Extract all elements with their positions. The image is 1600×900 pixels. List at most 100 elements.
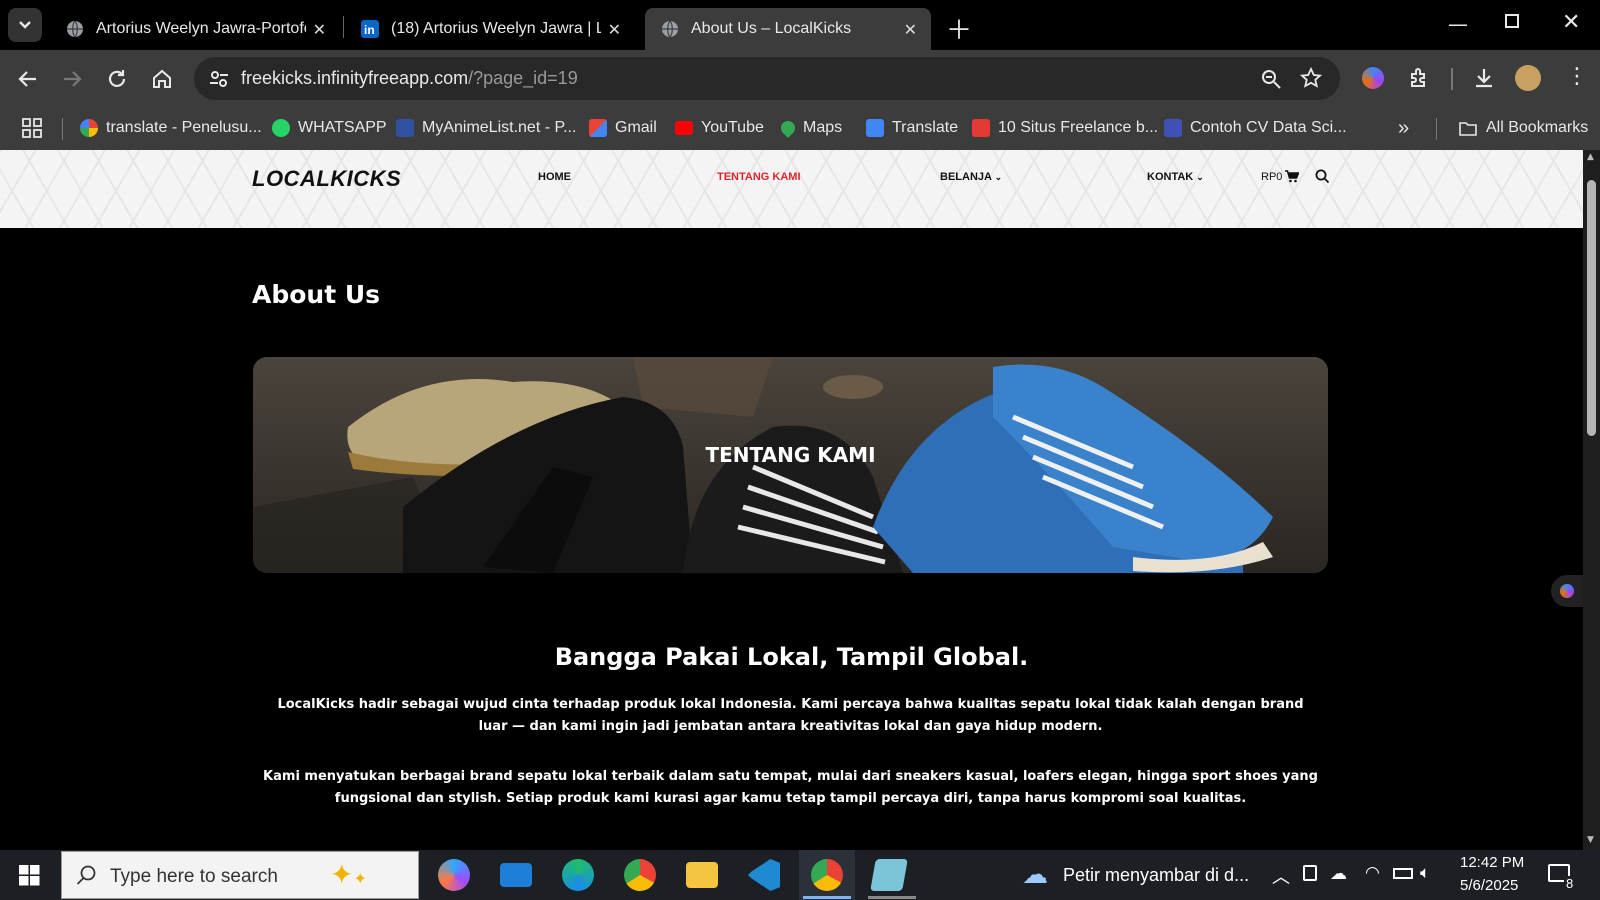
- chrome-profile-icon[interactable]: [811, 859, 843, 891]
- svg-text:in: in: [364, 23, 375, 37]
- download-icon[interactable]: [1472, 66, 1496, 90]
- bookmark-cv[interactable]: Contoh CV Data Sci...: [1164, 115, 1347, 141]
- close-tab-icon[interactable]: ✕: [313, 20, 326, 39]
- restore-button[interactable]: [1505, 14, 1519, 28]
- more-bookmarks-icon[interactable]: »: [1398, 115, 1409, 141]
- reload-icon[interactable]: [105, 67, 129, 91]
- home-icon[interactable]: [150, 67, 174, 91]
- linkedin-icon: in: [361, 20, 379, 38]
- url-text: freekicks.infinityfreeapp.com/?page_id=1…: [241, 68, 578, 89]
- taskbar-search-box[interactable]: Type here to search ✦✦: [61, 851, 419, 899]
- tab-linkedin[interactable]: in (18) Artorius Weelyn Jawra | LinkedIn…: [345, 8, 635, 50]
- bookmark-label: WHATSAPP: [298, 119, 387, 136]
- tab-portfolio[interactable]: Artorius Weelyn Jawra-Portofolio ✕: [50, 8, 340, 50]
- chevron-down-icon: ⌄: [1196, 172, 1204, 182]
- weather-text[interactable]: Petir menyambar di d...: [1063, 865, 1249, 886]
- hero-title: TENTANG KAMI: [705, 443, 876, 467]
- file-explorer-icon[interactable]: [686, 862, 718, 888]
- address-bar[interactable]: freekicks.infinityfreeapp.com/?page_id=1…: [194, 57, 1340, 100]
- forward-icon[interactable]: [60, 67, 84, 91]
- profile-avatar[interactable]: [1515, 65, 1541, 91]
- nav-about[interactable]: TENTANG KAMI: [717, 171, 801, 183]
- search-icon[interactable]: [1315, 169, 1330, 184]
- wifi-icon[interactable]: ◠: [1365, 863, 1380, 883]
- nav-home[interactable]: HOME: [538, 171, 571, 183]
- chrome-icon[interactable]: [624, 859, 656, 891]
- tab-title: About Us – LocalKicks: [691, 20, 852, 37]
- cart-icon[interactable]: [1285, 170, 1299, 183]
- active-app-indicator: [803, 896, 851, 899]
- bookmark-label: Translate: [892, 119, 959, 136]
- bookmark-translate-search[interactable]: translate - Penelusu...: [80, 115, 262, 141]
- mal-icon: [396, 119, 414, 137]
- apps-grid-icon[interactable]: [22, 118, 42, 138]
- site-icon: [1164, 119, 1182, 137]
- close-window-button[interactable]: ✕: [1562, 10, 1580, 35]
- bookmark-myanimelist[interactable]: MyAnimeList.net - P...: [396, 115, 576, 141]
- tagline-heading: Bangga Pakai Lokal, Tampil Global.: [554, 643, 1029, 671]
- bookmark-maps[interactable]: Maps: [778, 115, 842, 141]
- globe-icon: [662, 20, 678, 38]
- all-bookmarks-label: All Bookmarks: [1486, 119, 1589, 136]
- web-page: LOCALKICKS HOME TENTANG KAMI BELANJA ⌄ K…: [0, 150, 1583, 850]
- back-icon[interactable]: [16, 67, 40, 91]
- bookmark-label: Gmail: [615, 119, 657, 136]
- tab-about-us[interactable]: About Us – LocalKicks ✕: [645, 8, 931, 50]
- weather-icon[interactable]: ☁: [1022, 860, 1048, 890]
- about-paragraph-2: Kami menyatukan berbagai brand sepatu lo…: [263, 769, 1318, 806]
- bookmark-translate[interactable]: Translate: [866, 115, 958, 141]
- cart-total[interactable]: RP0: [1261, 171, 1282, 183]
- hero-banner: TENTANG KAMI: [253, 357, 1328, 573]
- bookmark-freelance[interactable]: 10 Situs Freelance b...: [972, 115, 1158, 141]
- battery-icon[interactable]: [1393, 868, 1413, 879]
- onedrive-icon[interactable]: ☁: [1330, 864, 1347, 884]
- clock-date[interactable]: 5/6/2025: [1460, 877, 1518, 894]
- translate-icon: [866, 119, 884, 137]
- chevron-up-icon[interactable]: ︿: [1272, 863, 1290, 889]
- tab-strip: Artorius Weelyn Jawra-Portofolio ✕ in (1…: [0, 0, 1600, 50]
- gemini-floating-button[interactable]: [1551, 575, 1583, 607]
- page-scrollbar[interactable]: ▲ ▼: [1583, 150, 1600, 850]
- bookmarks-divider: [62, 118, 63, 140]
- scroll-down-arrow[interactable]: ▼: [1587, 835, 1594, 845]
- site-info-icon[interactable]: [208, 68, 230, 90]
- bookmark-label: MyAnimeList.net - P...: [422, 119, 577, 136]
- nav-contact[interactable]: KONTAK ⌄: [1147, 171, 1204, 183]
- bookmark-star-icon[interactable]: [1300, 67, 1322, 89]
- bookmark-whatsapp[interactable]: WHATSAPP: [272, 115, 387, 141]
- clock-time[interactable]: 12:42 PM: [1460, 854, 1524, 871]
- chevron-down-icon: [19, 21, 31, 29]
- vscode-icon[interactable]: [748, 859, 780, 891]
- maps-icon: [778, 118, 798, 138]
- gmail-icon: [589, 119, 607, 137]
- volume-icon[interactable]: 🔈︎: [1420, 863, 1430, 883]
- bookmark-youtube[interactable]: YouTube: [675, 115, 764, 141]
- tab-search-button[interactable]: [8, 8, 42, 42]
- nav-shop[interactable]: BELANJA ⌄: [940, 171, 1002, 183]
- all-bookmarks[interactable]: All Bookmarks: [1458, 115, 1588, 141]
- gemini-icon[interactable]: [1362, 67, 1384, 89]
- zoom-icon[interactable]: [1260, 68, 1282, 90]
- notes-app-icon[interactable]: [870, 859, 908, 891]
- extensions-icon[interactable]: [1407, 66, 1431, 90]
- youtube-icon: [675, 121, 693, 135]
- search-icon: [76, 865, 96, 885]
- close-tab-icon[interactable]: ✕: [608, 20, 621, 39]
- nav-contact-label: KONTAK: [1147, 171, 1194, 183]
- scrollbar-thumb[interactable]: [1587, 180, 1596, 436]
- mail-icon[interactable]: [500, 863, 532, 887]
- scroll-up-arrow[interactable]: ▲: [1587, 152, 1594, 162]
- close-tab-icon[interactable]: ✕: [904, 20, 917, 39]
- meet-icon[interactable]: [1303, 865, 1317, 881]
- new-tab-button[interactable]: ＋: [946, 10, 972, 47]
- edge-icon[interactable]: [562, 859, 594, 891]
- minimize-button[interactable]: —: [1448, 12, 1468, 36]
- menu-dots-icon[interactable]: ⋮: [1566, 64, 1588, 89]
- url-host: freekicks.infinityfreeapp.com: [241, 68, 469, 88]
- tab-title: (18) Artorius Weelyn Jawra | LinkedIn: [391, 20, 601, 37]
- bookmark-gmail[interactable]: Gmail: [589, 115, 657, 141]
- notification-count: 8: [1564, 876, 1576, 891]
- site-logo[interactable]: LOCALKICKS: [252, 166, 401, 192]
- windows-start-icon[interactable]: [19, 865, 40, 886]
- copilot-icon[interactable]: [438, 859, 470, 891]
